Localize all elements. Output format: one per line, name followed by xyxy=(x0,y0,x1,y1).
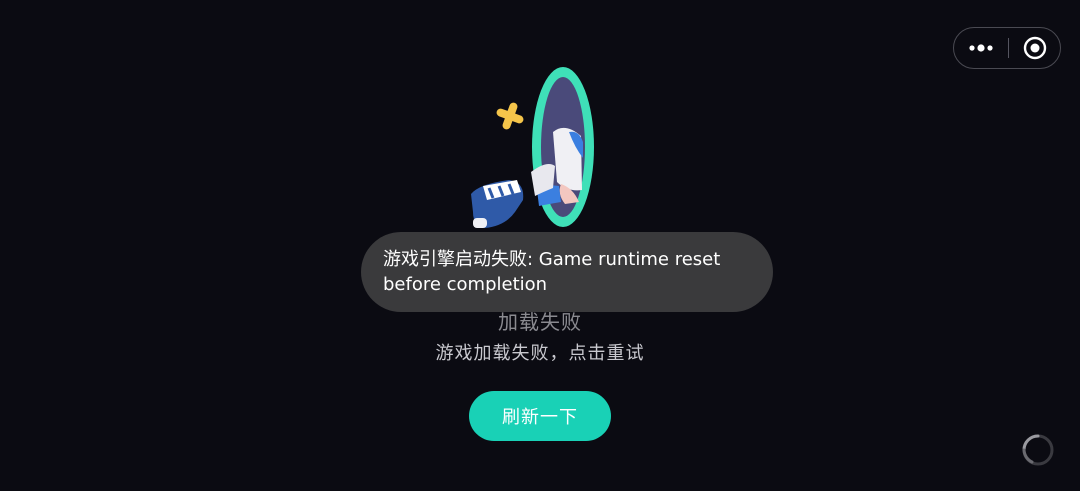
star-icon xyxy=(496,102,524,130)
target-close-icon xyxy=(1023,36,1047,60)
error-toast-text: 游戏引擎启动失败: Game runtime reset before comp… xyxy=(383,249,721,295)
close-button[interactable] xyxy=(1009,28,1061,68)
refresh-button[interactable]: 刷新一下 xyxy=(469,391,611,441)
loading-spinner-icon xyxy=(1020,432,1056,468)
error-toast: 游戏引擎启动失败: Game runtime reset before comp… xyxy=(361,232,773,312)
more-button[interactable] xyxy=(954,28,1008,68)
portal-character-illustration xyxy=(465,62,615,242)
more-dots-icon xyxy=(969,44,993,52)
game-load-error-screen: 加载失败 游戏加载失败，点击重试 刷新一下 游戏引擎启动失败: Game run… xyxy=(0,0,1080,491)
mini-program-capsule xyxy=(953,27,1061,69)
load-failed-message: 游戏加载失败，点击重试 xyxy=(435,343,645,364)
